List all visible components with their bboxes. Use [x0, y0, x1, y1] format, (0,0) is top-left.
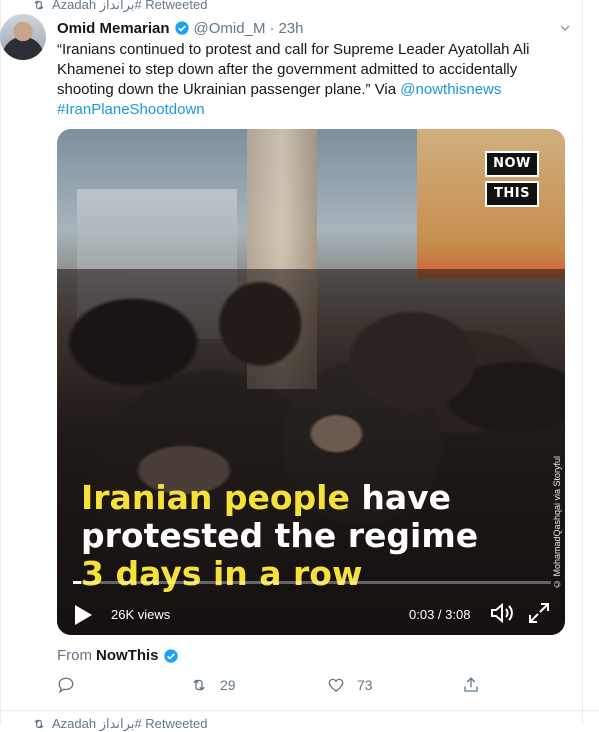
- handle[interactable]: @Omid_M: [194, 20, 266, 37]
- timestamp[interactable]: 23h: [278, 20, 303, 37]
- retweet-icon: [34, 719, 44, 729]
- play-icon[interactable]: [73, 604, 93, 626]
- heart-icon: [328, 678, 344, 692]
- display-name[interactable]: Omid Memarian: [57, 20, 170, 37]
- retweet-banner-text: Azadah برانداز# Retweeted: [52, 0, 208, 12]
- video-time: 0:03 / 3:08: [409, 607, 471, 622]
- like-count: 73: [357, 677, 373, 693]
- share-button[interactable]: [462, 676, 480, 694]
- chevron-down-icon[interactable]: [557, 20, 573, 36]
- video-progress-fill: [73, 581, 81, 584]
- logo-this: THIS: [485, 181, 539, 207]
- fullscreen-icon[interactable]: [527, 601, 551, 625]
- mention-link[interactable]: @nowthisnews: [400, 81, 501, 98]
- nowthis-logo: NOW THIS: [485, 151, 539, 207]
- source-prefix: From: [57, 647, 92, 664]
- avatar[interactable]: [0, 14, 46, 60]
- tweet-actions: 29 73: [57, 676, 497, 700]
- video-caption: Iranian people have protested the regime…: [81, 479, 551, 593]
- feed-right-border: [582, 0, 583, 725]
- reply-icon: [58, 677, 74, 694]
- share-icon: [464, 677, 478, 692]
- retweet-icon: [193, 679, 205, 691]
- view-count: 26K views: [111, 607, 171, 622]
- source-name[interactable]: NowThis: [96, 647, 159, 664]
- like-button[interactable]: 73: [327, 676, 373, 694]
- caption-line2: protested the regime: [81, 516, 479, 555]
- verified-icon: [163, 648, 178, 663]
- feed-left-border: [0, 0, 1, 725]
- next-retweet-banner[interactable]: Azadah برانداز# Retweeted: [32, 716, 207, 732]
- retweet-button[interactable]: 29: [190, 676, 236, 694]
- next-retweet-text: Azadah برانداز# Retweeted: [52, 716, 208, 731]
- hashtag-link[interactable]: #IranPlaneShootdown: [57, 101, 205, 118]
- tweet-text: “Iranians continued to protest and call …: [57, 40, 567, 120]
- volume-icon[interactable]: [489, 601, 515, 625]
- retweet-icon: [34, 0, 44, 10]
- verified-icon: [174, 21, 189, 35]
- tweet-divider: [0, 710, 599, 711]
- caption-highlight-2: 3 days in a row: [81, 554, 363, 593]
- logo-now: NOW: [485, 151, 539, 177]
- video-credit: © MohamadQashqai via Storyful: [552, 455, 562, 589]
- video-progress-bar[interactable]: [73, 581, 551, 584]
- caption-highlight-1: Iranian people: [81, 478, 350, 517]
- separator-dot: ·: [269, 19, 275, 37]
- reply-button[interactable]: [57, 676, 75, 694]
- source-attribution: From NowThis: [57, 647, 179, 664]
- tweet-header: Omid Memarian @Omid_M · 23h: [57, 18, 303, 38]
- retweet-count: 29: [220, 677, 236, 693]
- caption-line1-rest: have: [349, 478, 452, 517]
- retweet-banner[interactable]: Azadah برانداز# Retweeted: [32, 0, 207, 14]
- video-player[interactable]: NOW THIS © MohamadQashqai via Storyful I…: [57, 129, 565, 635]
